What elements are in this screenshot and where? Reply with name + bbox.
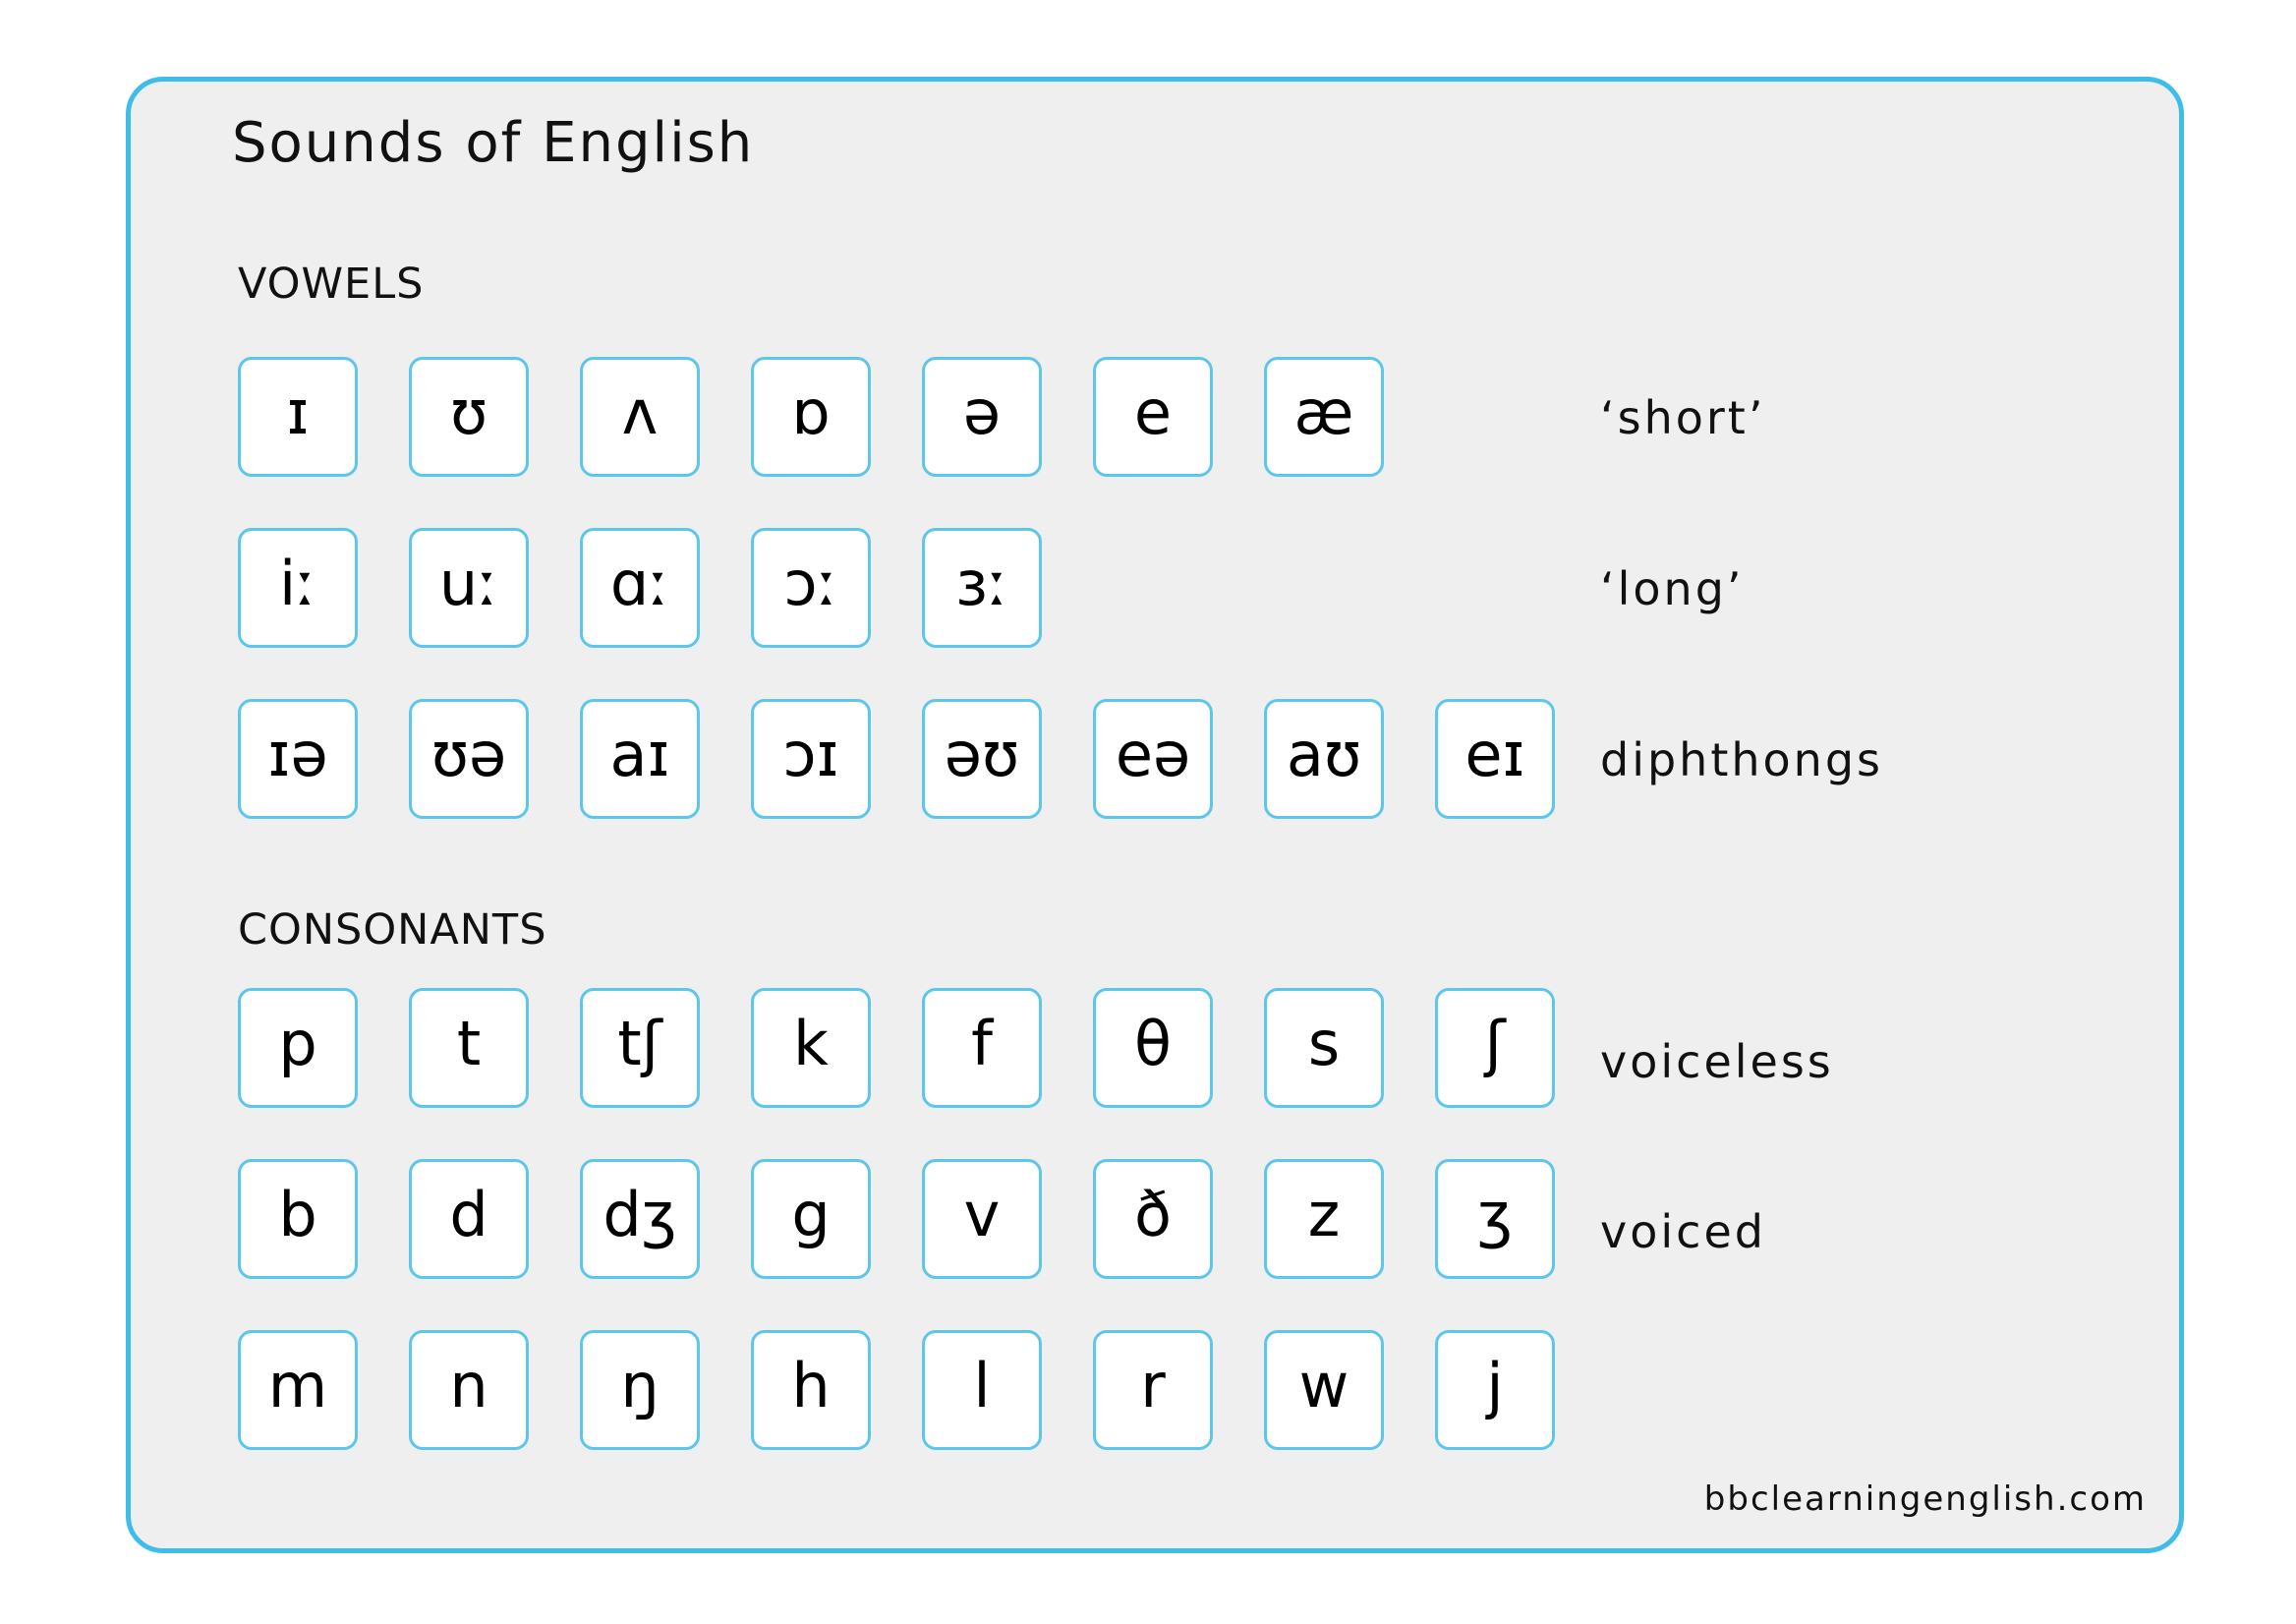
phoneme-symbol: l — [973, 1350, 991, 1421]
phoneme-symbol: t — [456, 1008, 482, 1079]
phoneme-symbol: aɪ — [609, 719, 670, 790]
phoneme-tile: e — [1093, 357, 1213, 477]
phoneme-tile: iː — [238, 528, 358, 648]
phoneme-tile: l — [922, 1330, 1042, 1450]
phoneme-tile: θ — [1093, 988, 1213, 1108]
phoneme-tile: ð — [1093, 1159, 1213, 1279]
phoneme-symbol: h — [791, 1350, 831, 1421]
phoneme-tile: v — [922, 1159, 1042, 1279]
row-label-voiced: voiced — [1600, 1205, 1766, 1258]
phoneme-symbol: z — [1307, 1179, 1341, 1250]
phoneme-symbol: k — [793, 1008, 829, 1079]
phoneme-symbol: ɪə — [267, 719, 328, 790]
phoneme-symbol: w — [1298, 1350, 1349, 1421]
phoneme-tile: m — [238, 1330, 358, 1450]
phoneme-symbol: m — [267, 1350, 328, 1421]
phoneme-symbol: b — [278, 1179, 317, 1250]
phoneme-symbol: f — [971, 1008, 993, 1079]
phoneme-symbol: v — [963, 1179, 1001, 1250]
phoneme-tile: h — [751, 1330, 871, 1450]
phoneme-tile: æ — [1264, 357, 1384, 477]
phoneme-symbol: θ — [1134, 1008, 1172, 1079]
phoneme-symbol: s — [1307, 1008, 1341, 1079]
phoneme-tile: s — [1264, 988, 1384, 1108]
phoneme-symbol: æ — [1293, 377, 1354, 448]
row-label-short: ‘short’ — [1600, 391, 1766, 444]
phoneme-symbol: ɑː — [609, 548, 670, 619]
phoneme-tile: dʒ — [580, 1159, 700, 1279]
phoneme-symbol: dʒ — [603, 1179, 677, 1250]
phoneme-symbol: ʃ — [1484, 1008, 1506, 1079]
phoneme-symbol: ʒ — [1477, 1179, 1513, 1250]
phoneme-tile: ʃ — [1435, 988, 1555, 1108]
phoneme-tile: g — [751, 1159, 871, 1279]
phoneme-tile: z — [1264, 1159, 1384, 1279]
phoneme-tile: f — [922, 988, 1042, 1108]
phoneme-tile: eə — [1093, 699, 1213, 819]
phoneme-tile: aʊ — [1264, 699, 1384, 819]
phoneme-tile: ə — [922, 357, 1042, 477]
phoneme-tile: tʃ — [580, 988, 700, 1108]
row-label-voiceless: voiceless — [1600, 1035, 1834, 1088]
phoneme-symbol: n — [449, 1350, 488, 1421]
phoneme-symbol: ʊə — [430, 719, 507, 790]
phoneme-symbol: r — [1140, 1350, 1166, 1421]
phoneme-symbol: ŋ — [620, 1350, 660, 1421]
row-label-long: ‘long’ — [1600, 562, 1745, 615]
phoneme-tile: ɒ — [751, 357, 871, 477]
phoneme-symbol: ɪ — [286, 377, 310, 448]
phoneme-tile: w — [1264, 1330, 1384, 1450]
phoneme-tile: t — [409, 988, 529, 1108]
phoneme-symbol: ə — [962, 377, 1002, 448]
phoneme-symbol: ð — [1134, 1179, 1172, 1250]
phoneme-tile: ʌ — [580, 357, 700, 477]
phoneme-symbol: j — [1486, 1350, 1504, 1421]
footer-website: bbclearningenglish.com — [1703, 1479, 2147, 1519]
phoneme-tile: k — [751, 988, 871, 1108]
phoneme-symbol: g — [791, 1179, 831, 1250]
phoneme-symbol: uː — [438, 548, 499, 619]
phoneme-tile: ɑː — [580, 528, 700, 648]
page-title: Sounds of English — [232, 111, 755, 175]
phoneme-tile: ɪə — [238, 699, 358, 819]
phoneme-symbol: ʌ — [621, 377, 659, 448]
phoneme-symbol: ɔɪ — [782, 719, 839, 790]
phoneme-symbol: aʊ — [1286, 719, 1362, 790]
phoneme-tile: əʊ — [922, 699, 1042, 819]
phoneme-symbol: əʊ — [944, 719, 1020, 790]
phoneme-tile: aɪ — [580, 699, 700, 819]
phoneme-symbol: eɪ — [1464, 719, 1525, 790]
phoneme-tile: j — [1435, 1330, 1555, 1450]
phoneme-tile: d — [409, 1159, 529, 1279]
phoneme-symbol: iː — [278, 548, 317, 619]
phoneme-symbol: p — [278, 1008, 317, 1079]
phoneme-tile: r — [1093, 1330, 1213, 1450]
phoneme-tile: ɔɪ — [751, 699, 871, 819]
phoneme-tile: b — [238, 1159, 358, 1279]
phoneme-tile: ʊ — [409, 357, 529, 477]
phoneme-symbol: ɔː — [783, 548, 838, 619]
phoneme-tile: p — [238, 988, 358, 1108]
phoneme-symbol: eə — [1115, 719, 1191, 790]
phoneme-symbol: ɜː — [955, 548, 1008, 619]
phoneme-tile: ɜː — [922, 528, 1042, 648]
phoneme-tile: ŋ — [580, 1330, 700, 1450]
phoneme-tile: ʒ — [1435, 1159, 1555, 1279]
phoneme-tile: ɪ — [238, 357, 358, 477]
row-label-diphthongs: diphthongs — [1600, 733, 1883, 786]
phoneme-tile: n — [409, 1330, 529, 1450]
consonants-heading: CONSONANTS — [238, 905, 547, 955]
phoneme-symbol: ʊ — [449, 377, 488, 448]
phoneme-tile: ʊə — [409, 699, 529, 819]
phoneme-tile: ɔː — [751, 528, 871, 648]
vowels-heading: VOWELS — [238, 260, 425, 309]
phoneme-symbol: ɒ — [791, 377, 831, 448]
phoneme-symbol: tʃ — [617, 1008, 662, 1079]
phoneme-tile: eɪ — [1435, 699, 1555, 819]
phoneme-symbol: d — [449, 1179, 488, 1250]
phoneme-tile: uː — [409, 528, 529, 648]
phoneme-symbol: e — [1133, 377, 1173, 448]
